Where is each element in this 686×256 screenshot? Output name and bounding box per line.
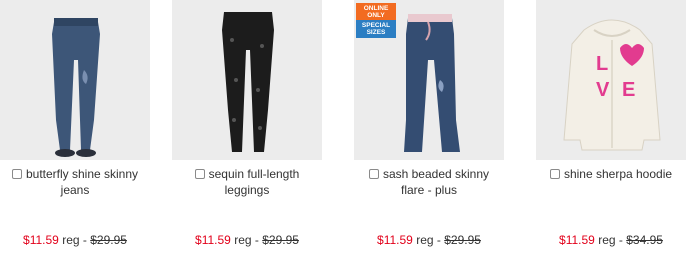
product-title: sash beaded skinny flare - plus xyxy=(354,166,504,198)
product-title-line1[interactable]: butterfly shine skinny xyxy=(26,167,138,181)
original-price: $34.95 xyxy=(626,233,663,247)
svg-text:E: E xyxy=(622,79,635,101)
reg-label: reg - xyxy=(234,233,259,247)
product-card: L V E shine sherpa hoodie $11.59 reg - $… xyxy=(536,0,686,256)
leggings-product-image[interactable] xyxy=(172,0,322,160)
product-card: ONLINE ONLY SPECIAL SIZES sash beaded sk… xyxy=(354,0,504,256)
product-title: sequin full-length leggings xyxy=(172,166,322,198)
product-title-line1[interactable]: shine sherpa hoodie xyxy=(564,167,672,181)
svg-text:V: V xyxy=(596,79,610,101)
product-card: butterfly shine skinny jeans $11.59 reg … xyxy=(0,0,150,256)
price-row: $11.59 reg - $29.95 xyxy=(0,233,150,247)
product-title: butterfly shine skinny jeans xyxy=(0,166,150,198)
product-title-line1[interactable]: sash beaded skinny xyxy=(383,167,489,181)
badge-online-only: ONLINE ONLY xyxy=(356,3,396,20)
reg-label: reg - xyxy=(416,233,441,247)
hoodie-product-image[interactable]: L V E xyxy=(536,0,686,160)
product-title: shine sherpa hoodie xyxy=(536,166,686,182)
svg-text:L: L xyxy=(596,53,608,75)
price-row: $11.59 reg - $29.95 xyxy=(172,233,322,247)
price-row: $11.59 reg - $29.95 xyxy=(354,233,504,247)
badge-special-sizes: SPECIAL SIZES xyxy=(356,20,396,38)
sale-price: $11.59 xyxy=(23,233,59,247)
price-row: $11.59 reg - $34.95 xyxy=(536,233,686,247)
original-price: $29.95 xyxy=(444,233,481,247)
jeans-product-image[interactable] xyxy=(0,0,150,160)
sale-price: $11.59 xyxy=(377,233,413,247)
reg-label: reg - xyxy=(598,233,623,247)
compare-checkbox[interactable] xyxy=(194,169,205,179)
online-only-badge: ONLINE ONLY SPECIAL SIZES xyxy=(356,3,396,38)
compare-checkbox[interactable] xyxy=(11,169,22,179)
flare-jeans-product-image[interactable]: ONLINE ONLY SPECIAL SIZES xyxy=(354,0,504,160)
compare-checkbox[interactable] xyxy=(368,169,379,179)
original-price: $29.95 xyxy=(90,233,127,247)
reg-label: reg - xyxy=(62,233,87,247)
product-title-line2[interactable]: flare - plus xyxy=(401,183,457,197)
product-title-line2[interactable]: jeans xyxy=(61,183,90,197)
original-price: $29.95 xyxy=(262,233,299,247)
sale-price: $11.59 xyxy=(195,233,231,247)
sale-price: $11.59 xyxy=(559,233,595,247)
compare-checkbox[interactable] xyxy=(549,169,560,179)
product-title-line2[interactable]: leggings xyxy=(225,183,270,197)
product-card: sequin full-length leggings $11.59 reg -… xyxy=(172,0,322,256)
product-title-line1[interactable]: sequin full-length xyxy=(209,167,300,181)
